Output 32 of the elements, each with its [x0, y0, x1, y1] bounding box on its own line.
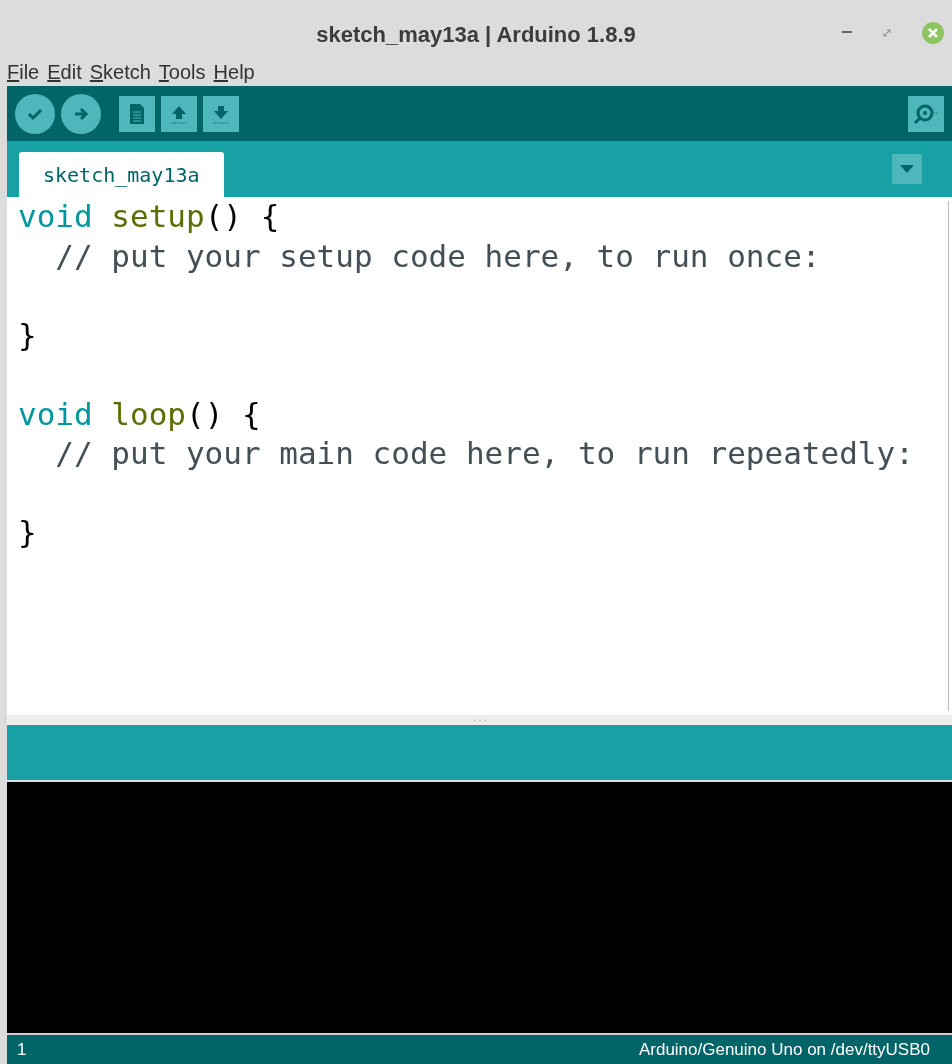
window-title: sketch_may13a | Arduino 1.8.9 — [316, 20, 636, 49]
menu-item[interactable]: Edit — [47, 57, 82, 87]
minimize-icon[interactable] — [842, 31, 852, 35]
board-port-label: Arduino/Genuino Uno on /dev/ttyUSB0 — [638, 1038, 930, 1061]
code-text: setup — [111, 198, 205, 234]
maximize-icon[interactable] — [882, 28, 892, 38]
code-text: void — [18, 198, 93, 234]
code-text: } — [18, 514, 37, 550]
code-text: } — [18, 316, 37, 353]
code-text: void — [18, 395, 93, 432]
upload-button[interactable] — [61, 93, 101, 134]
serial-monitor-button[interactable] — [908, 95, 944, 132]
code-text: // put your setup code here, to run once: — [55, 237, 821, 274]
code-text: () { — [185, 395, 261, 432]
code-text: () { — [204, 198, 280, 234]
tab-menu-button[interactable] — [892, 154, 922, 184]
document-icon — [128, 102, 146, 125]
sketch-tab[interactable]: sketch_may13a — [19, 152, 224, 197]
menu-item[interactable]: Help — [213, 57, 255, 87]
verify-button[interactable] — [15, 93, 55, 134]
new-button[interactable] — [119, 95, 155, 132]
code-text: // put your main code here, to run repeatedly: — [55, 435, 914, 471]
open-button[interactable] — [161, 95, 197, 132]
line-number: 1 — [17, 1038, 27, 1061]
close-icon[interactable] — [922, 22, 944, 44]
menu-item[interactable]: Sketch — [89, 57, 151, 87]
save-button[interactable] — [203, 95, 239, 132]
splitter-handle[interactable] — [7, 715, 952, 725]
caret-icon — [900, 165, 914, 173]
code-text: loop — [111, 395, 186, 432]
menu-item[interactable]: File — [7, 57, 40, 87]
menu-item[interactable]: Tools — [158, 57, 206, 87]
